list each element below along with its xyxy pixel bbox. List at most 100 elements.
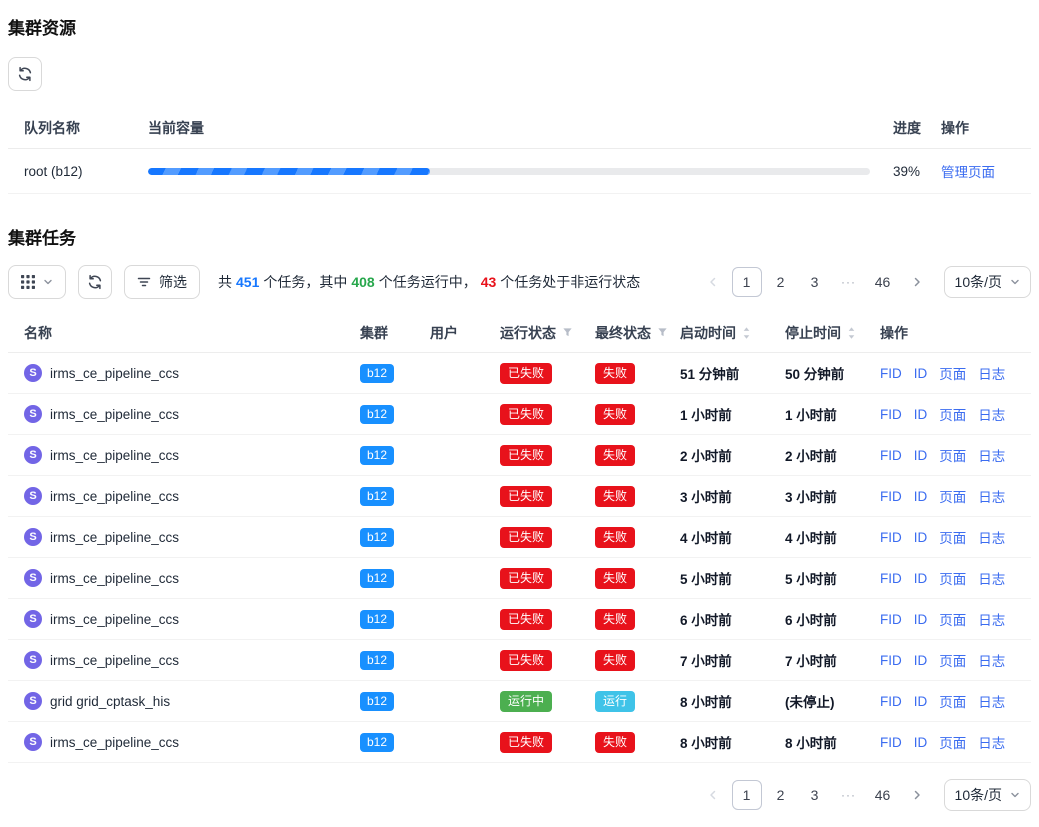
log-link[interactable]: 日志 [978,609,1005,629]
id-link[interactable]: ID [914,530,928,545]
filter-button-label: 筛选 [159,272,187,292]
id-link[interactable]: ID [914,735,928,750]
summary-text: 个任务，其中 [263,274,347,290]
page-link[interactable]: 页面 [939,650,966,670]
stop-time: 3 小时前 [777,486,872,506]
run-status-filter-icon[interactable] [562,327,573,338]
page-button-3[interactable]: 3 [800,780,830,810]
section-title-cluster-resources: 集群资源 [8,14,1031,39]
prev-page-button[interactable] [698,267,728,297]
id-link[interactable]: ID [914,694,928,709]
final-status-badge: 运行 [595,691,635,712]
id-link[interactable]: ID [914,366,928,381]
fid-link[interactable]: FID [880,407,902,422]
summary-text: 共 [218,274,232,290]
fid-link[interactable]: FID [880,448,902,463]
id-link[interactable]: ID [914,612,928,627]
column-settings-button[interactable] [8,265,66,299]
stop-time: 8 小时前 [777,732,872,752]
fid-link[interactable]: FID [880,366,902,381]
bottom-pagination-bar: 1 2 3 ··· 46 10条/页 [8,779,1031,811]
prev-page-button[interactable] [698,780,728,810]
grid-icon [21,275,35,289]
fid-link[interactable]: FID [880,612,902,627]
stop-time-sort-icon[interactable] [847,326,856,340]
final-status-badge: 失败 [595,609,635,630]
fid-link[interactable]: FID [880,694,902,709]
page-link[interactable]: 页面 [939,732,966,752]
log-link[interactable]: 日志 [978,568,1005,588]
log-link[interactable]: 日志 [978,650,1005,670]
page-size-select[interactable]: 10条/页 [944,266,1031,298]
fid-link[interactable]: FID [880,489,902,504]
page-ellipsis[interactable]: ··· [834,780,864,810]
refresh-icon [87,274,103,290]
page-link[interactable]: 页面 [939,404,966,424]
page-link[interactable]: 页面 [939,527,966,547]
fid-link[interactable]: FID [880,653,902,668]
page-button-46[interactable]: 46 [868,267,898,297]
id-link[interactable]: ID [914,653,928,668]
page-button-1[interactable]: 1 [732,780,762,810]
next-page-button[interactable] [902,267,932,297]
log-link[interactable]: 日志 [978,691,1005,711]
table-row: S irms_ce_pipeline_ccs b12 已失败 失败 3 小时前 … [8,476,1031,517]
page-button-46[interactable]: 46 [868,780,898,810]
log-link[interactable]: 日志 [978,445,1005,465]
stop-time: 4 小时前 [777,527,872,547]
fid-link[interactable]: FID [880,530,902,545]
column-header-user: 用户 [430,323,458,343]
final-status-badge: 失败 [595,363,635,384]
page-button-1[interactable]: 1 [732,267,762,297]
id-link[interactable]: ID [914,448,928,463]
page-size-select[interactable]: 10条/页 [944,779,1031,811]
stop-time: 1 小时前 [777,404,872,424]
page-link[interactable]: 页面 [939,445,966,465]
avatar: S [24,446,42,464]
page-link[interactable]: 页面 [939,568,966,588]
fid-link[interactable]: FID [880,571,902,586]
refresh-icon [17,66,33,82]
filter-button[interactable]: 筛选 [124,265,200,299]
task-name: irms_ce_pipeline_ccs [50,735,179,750]
final-status-badge: 失败 [595,650,635,671]
manage-page-link[interactable]: 管理页面 [941,165,995,180]
column-header-progress: 进度 [871,118,935,138]
table-row: S grid grid_cptask_his b12 运行中 运行 8 小时前 … [8,681,1031,722]
refresh-resources-button[interactable] [8,57,42,91]
table-row: S irms_ce_pipeline_ccs b12 已失败 失败 8 小时前 … [8,722,1031,763]
avatar: S [24,692,42,710]
cluster-badge: b12 [360,569,394,588]
table-row: S irms_ce_pipeline_ccs b12 已失败 失败 1 小时前 … [8,394,1031,435]
start-time: 6 小时前 [672,609,777,629]
log-link[interactable]: 日志 [978,486,1005,506]
start-time-sort-icon[interactable] [742,326,751,340]
page-link[interactable]: 页面 [939,609,966,629]
page-link[interactable]: 页面 [939,486,966,506]
non-running-task-count: 43 [481,274,497,290]
cluster-badge: b12 [360,692,394,711]
final-status-filter-icon[interactable] [657,327,668,338]
stop-time: (未停止) [777,691,872,711]
id-link[interactable]: ID [914,489,928,504]
log-link[interactable]: 日志 [978,404,1005,424]
run-status-badge: 已失败 [500,609,552,630]
page-link[interactable]: 页面 [939,363,966,383]
page-ellipsis[interactable]: ··· [834,267,864,297]
page-button-3[interactable]: 3 [800,267,830,297]
log-link[interactable]: 日志 [978,363,1005,383]
fid-link[interactable]: FID [880,735,902,750]
id-link[interactable]: ID [914,571,928,586]
refresh-tasks-button[interactable] [78,265,112,299]
log-link[interactable]: 日志 [978,527,1005,547]
pagination-top: 1 2 3 ··· 46 [698,267,932,297]
log-link[interactable]: 日志 [978,732,1005,752]
start-time: 2 小时前 [672,445,777,465]
page-button-2[interactable]: 2 [766,267,796,297]
table-row: S irms_ce_pipeline_ccs b12 已失败 失败 4 小时前 … [8,517,1031,558]
id-link[interactable]: ID [914,407,928,422]
page-button-2[interactable]: 2 [766,780,796,810]
page-link[interactable]: 页面 [939,691,966,711]
next-page-button[interactable] [902,780,932,810]
table-row: S irms_ce_pipeline_ccs b12 已失败 失败 51 分钟前… [8,353,1031,394]
